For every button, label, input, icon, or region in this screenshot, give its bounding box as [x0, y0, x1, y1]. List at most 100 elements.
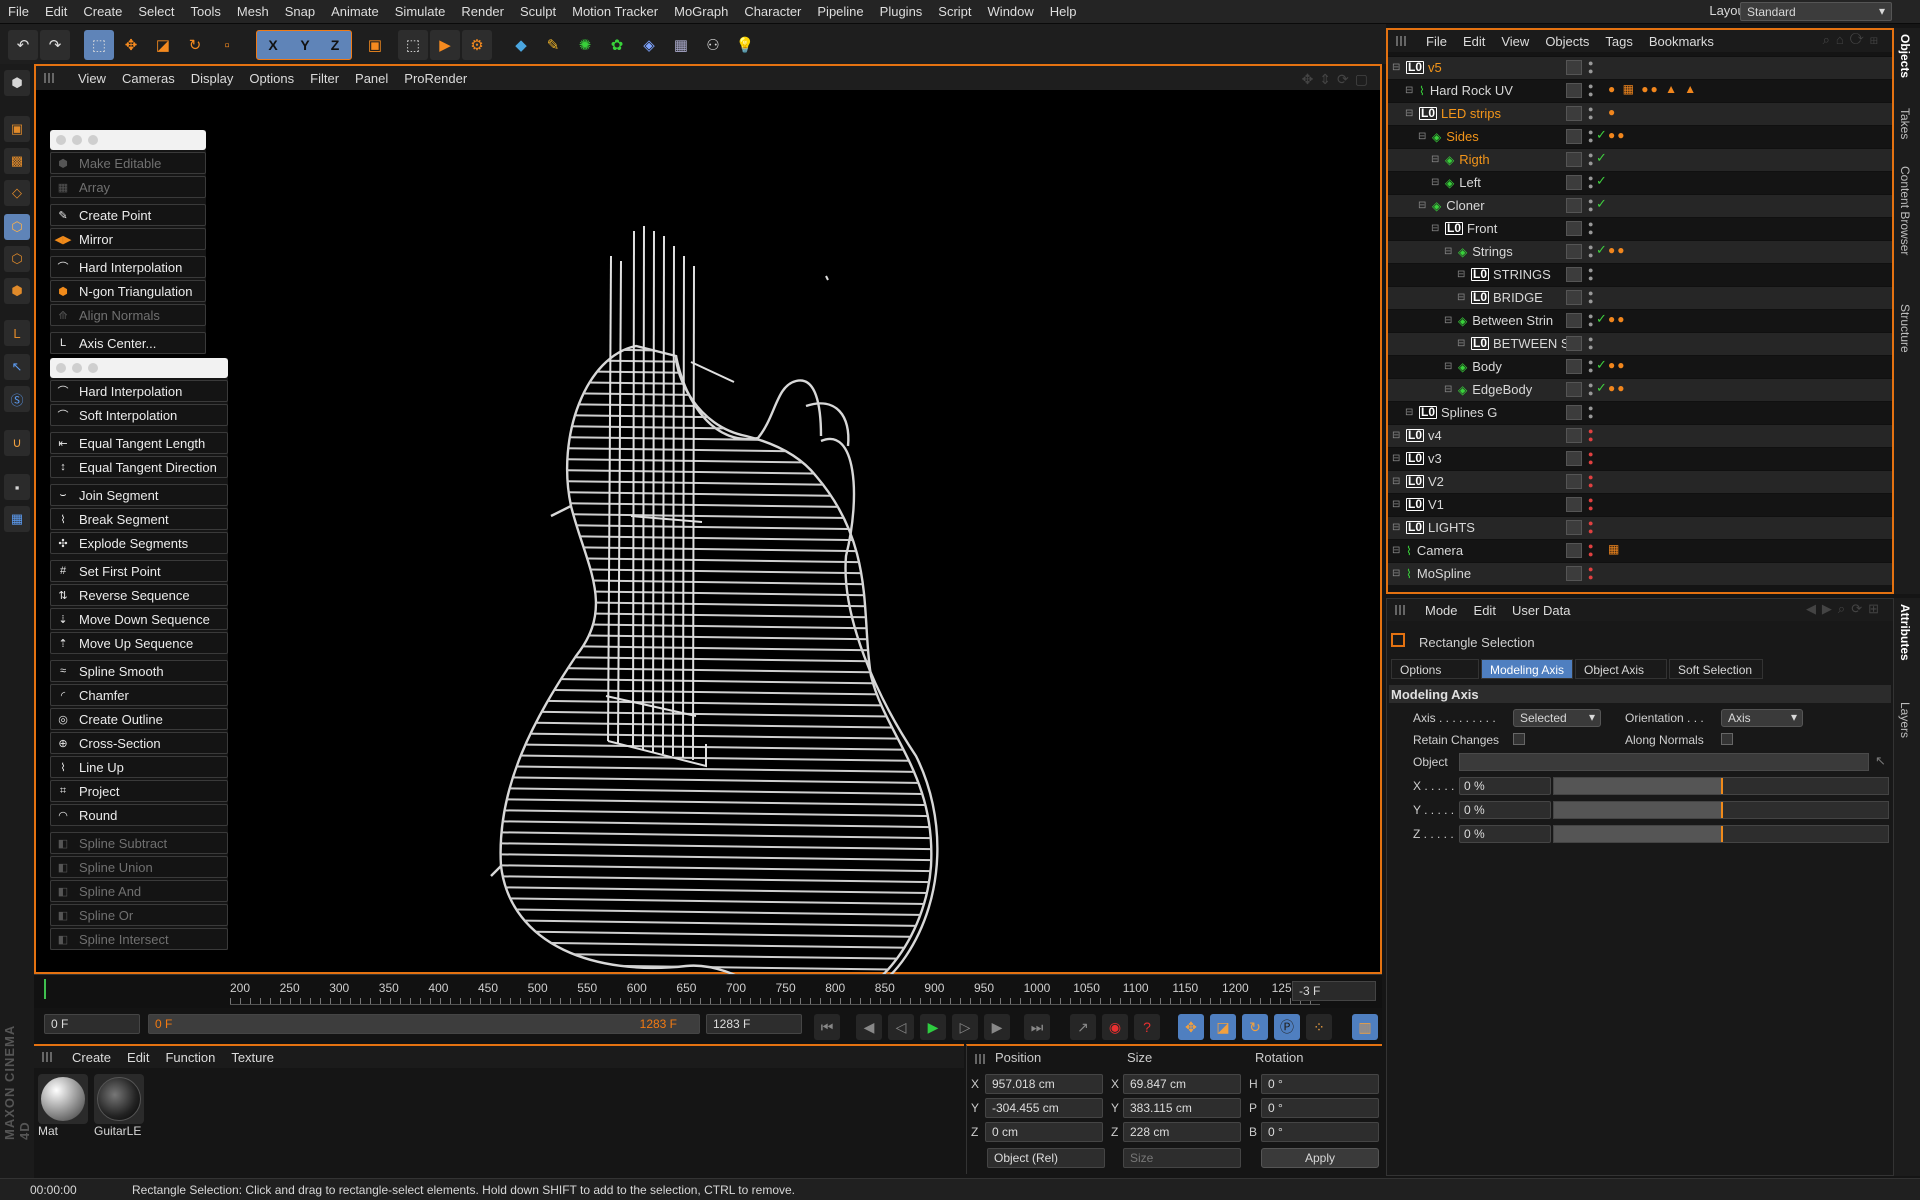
layer-swatch[interactable] [1566, 313, 1582, 328]
expand-toggle-icon[interactable]: ⊟ [1392, 62, 1402, 73]
x-axis-lock-button[interactable]: X [258, 30, 288, 60]
menu-create[interactable]: Create [75, 4, 130, 19]
expand-toggle-icon[interactable]: ⊟ [1431, 154, 1441, 165]
polygons-mode-icon[interactable]: ⬢ [4, 278, 30, 304]
command-chamfer[interactable]: ◜ Chamfer [50, 684, 228, 706]
command-create-point[interactable]: ✎ Create Point [50, 204, 206, 226]
visibility-dots[interactable]: ● ● [1588, 266, 1593, 283]
viewport-menu-prorender[interactable]: ProRender [396, 71, 475, 86]
visibility-dots[interactable]: ● ● [1588, 105, 1593, 122]
expand-toggle-icon[interactable]: ⊟ [1457, 269, 1467, 280]
tag-icons[interactable]: ●● [1608, 381, 1627, 395]
visibility-dots[interactable]: ● ● [1588, 519, 1593, 536]
material-menu-function[interactable]: Function [157, 1050, 223, 1065]
position-x-field[interactable]: 957.018 cm [985, 1074, 1103, 1094]
expand-toggle-icon[interactable]: ⊟ [1457, 292, 1467, 303]
offset-z-field[interactable]: 0 % [1459, 825, 1551, 843]
go-to-start-icon[interactable]: ⏮ [814, 1014, 840, 1040]
visibility-dots[interactable]: ● ● [1588, 174, 1593, 191]
attribute-menu-user-data[interactable]: User Data [1504, 603, 1579, 618]
grip-handle-icon[interactable] [975, 1054, 987, 1064]
texture-mode-icon[interactable]: ▩ [4, 148, 30, 174]
side-tab-structure[interactable]: Structure [1898, 304, 1912, 353]
expand-toggle-icon[interactable]: ⊟ [1444, 384, 1454, 395]
tab-options[interactable]: Options [1391, 659, 1479, 679]
key-parameter-icon[interactable]: Ⓟ [1274, 1014, 1300, 1040]
object-row-v4[interactable]: ⊟ L0 v4 ● ● [1388, 424, 1892, 447]
make-editable-icon[interactable]: ⬢ [4, 70, 30, 96]
z-axis-lock-button[interactable]: Z [320, 30, 350, 60]
object-row-bridge[interactable]: ⊟ L0 BRIDGE ● ● [1388, 286, 1892, 309]
command-hard-interpolation[interactable]: ⌒ Hard Interpolation [50, 380, 228, 402]
viewport-menu-filter[interactable]: Filter [302, 71, 347, 86]
apply-button[interactable]: Apply [1261, 1148, 1379, 1168]
tab-modeling-axis[interactable]: Modeling Axis [1481, 659, 1573, 679]
menu-plugins[interactable]: Plugins [872, 4, 931, 19]
layer-swatch[interactable] [1566, 382, 1582, 397]
snap-icon[interactable]: Ⓢ [4, 386, 30, 412]
command-spline-intersect[interactable]: ◧ Spline Intersect [50, 928, 228, 950]
command-line-up[interactable]: ⌇ Line Up [50, 756, 228, 778]
expand-toggle-icon[interactable]: ⊟ [1444, 246, 1454, 257]
expand-toggle-icon[interactable]: ⊟ [1392, 522, 1402, 533]
visibility-dots[interactable]: ● ● [1588, 335, 1593, 352]
object-row-cloner[interactable]: ⊟ ◈ Cloner ● ● ✓ [1388, 194, 1892, 217]
pen-icon[interactable]: ✎ [538, 30, 568, 60]
menu-window[interactable]: Window [980, 4, 1042, 19]
command-move-up-sequence[interactable]: ⇡ Move Up Sequence [50, 632, 228, 654]
slider-handle[interactable] [1721, 778, 1723, 794]
object-row-edgebody[interactable]: ⊟ ◈ EdgeBody ● ● ✓ ●● [1388, 378, 1892, 401]
motion-path-icon[interactable]: ↗ [1070, 1014, 1096, 1040]
tag-icons[interactable]: ● ▦ ●● ▲ ▲ [1608, 82, 1698, 96]
offset-y-slider[interactable] [1553, 801, 1889, 819]
viewport[interactable]: View Cameras Display Options Filter Panel ProR… [34, 64, 1382, 1008]
command-round[interactable]: ◠ Round [50, 804, 228, 826]
side-tab-takes[interactable]: Takes [1898, 108, 1912, 139]
palette-title-bar[interactable] [50, 130, 206, 150]
command-project[interactable]: ⌗ Project [50, 780, 228, 802]
menu-sculpt[interactable]: Sculpt [512, 4, 564, 19]
command-align-normals[interactable]: ⟰ Align Normals [50, 304, 206, 326]
enabled-check-icon[interactable]: ✓ [1596, 242, 1607, 258]
points-mode-icon[interactable]: ⬡ [4, 214, 30, 240]
position-z-field[interactable]: 0 cm [985, 1122, 1103, 1142]
offset-x-field[interactable]: 0 % [1459, 777, 1551, 795]
object-menu-tags[interactable]: Tags [1597, 34, 1640, 49]
palette-title-bar[interactable] [50, 358, 228, 378]
scale-tool-icon[interactable]: ◪ [148, 30, 178, 60]
render-view-icon[interactable]: ▶ [430, 30, 460, 60]
menu-render[interactable]: Render [453, 4, 512, 19]
command-set-first-point[interactable]: # Set First Point [50, 560, 228, 582]
layer-swatch[interactable] [1566, 336, 1582, 351]
visibility-dots[interactable]: ● ● [1588, 381, 1593, 398]
tab-object-axis[interactable]: Object Axis [1575, 659, 1667, 679]
layout-select[interactable]: Standard [1740, 2, 1892, 21]
visibility-dots[interactable]: ● ● [1588, 243, 1593, 260]
visibility-dots[interactable]: ● ● [1588, 197, 1593, 214]
end-frame-field[interactable]: 1283 F [706, 1014, 802, 1034]
live-selection-icon[interactable]: ⬚ [84, 30, 114, 60]
visibility-dots[interactable]: ● ● [1588, 312, 1593, 329]
object-row-strings[interactable]: ⊟ ◈ Strings ● ● ✓ ●● [1388, 240, 1892, 263]
cube-icon[interactable]: ◆ [506, 30, 536, 60]
offset-z-slider[interactable] [1553, 825, 1889, 843]
material-guitar[interactable]: GuitarLE [94, 1074, 146, 1138]
go-to-end-icon[interactable]: ⏭ [1024, 1014, 1050, 1040]
object-row-hard-rock-uv[interactable]: ⊟ ⌇ Hard Rock UV ● ● ● ▦ ●● ▲ ▲ [1388, 79, 1892, 102]
enabled-check-icon[interactable]: ✓ [1596, 196, 1607, 212]
menu-mograph[interactable]: MoGraph [666, 4, 736, 19]
timeline-ruler[interactable]: 200 250 300 350 400 450 500 550 600 650 700 750 800 8… [34, 974, 1382, 1008]
magnet-icon[interactable]: ∪ [4, 430, 30, 456]
prev-key-icon[interactable]: ◀ [856, 1014, 882, 1040]
object-row-v5[interactable]: ⊟ L0 v5 ● ● [1388, 56, 1892, 79]
layer-swatch[interactable] [1566, 520, 1582, 535]
layer-swatch[interactable] [1566, 451, 1582, 466]
tab-soft-selection[interactable]: Soft Selection [1669, 659, 1763, 679]
command-spline-smooth[interactable]: ≈ Spline Smooth [50, 660, 228, 682]
expand-toggle-icon[interactable]: ⊟ [1431, 177, 1441, 188]
slider-handle[interactable] [1721, 826, 1723, 842]
object-row-rigth[interactable]: ⊟ ◈ Rigth ● ● ✓ [1388, 148, 1892, 171]
offset-x-slider[interactable] [1553, 777, 1889, 795]
material-mat[interactable]: Mat [38, 1074, 90, 1138]
object-row-lights[interactable]: ⊟ L0 LIGHTS ● ● [1388, 516, 1892, 539]
